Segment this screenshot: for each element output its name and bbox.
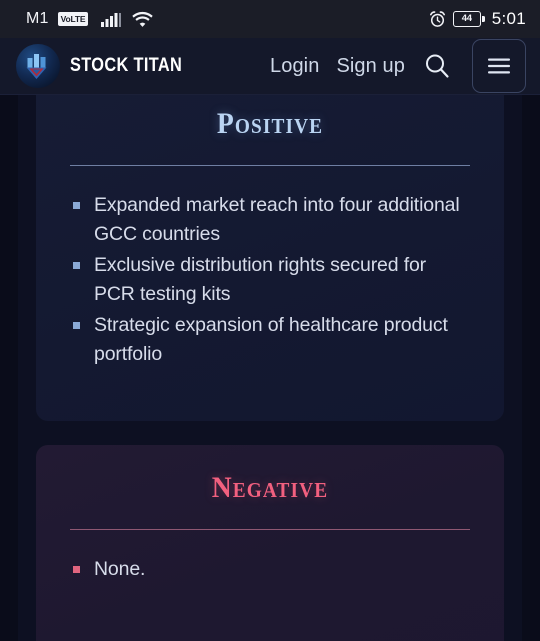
stock-titan-logo — [16, 44, 60, 88]
status-bar-right: 44 5:01 — [429, 9, 526, 29]
battery-body: 44 — [452, 11, 481, 27]
battery-cap — [482, 16, 485, 22]
sentiment-cards: Positive Expanded market reach into four… — [36, 95, 504, 641]
negative-card: Negative None. — [36, 445, 504, 641]
clock-label: 5:01 — [491, 9, 526, 28]
list-item: Strategic expansion of healthcare produc… — [70, 311, 470, 369]
search-icon-svg — [426, 54, 449, 78]
page-body: Positive Expanded market reach into four… — [0, 95, 540, 641]
wifi-icon — [132, 11, 153, 27]
negative-card-divider — [70, 529, 470, 530]
hamburger-menu-icon — [488, 58, 510, 74]
hamburger-menu-button[interactable] — [472, 39, 526, 93]
list-item: Expanded market reach into four addition… — [70, 191, 470, 249]
alarm-clock-icon — [429, 10, 446, 28]
battery-icon: 44 — [452, 11, 485, 27]
signal-bars-icon-svg — [101, 12, 122, 27]
signup-link[interactable]: Sign up — [336, 55, 405, 78]
wifi-icon-svg — [132, 11, 153, 27]
battery-level-label: 44 — [461, 13, 472, 25]
positive-card-title: Positive — [216, 107, 324, 140]
positive-bullet-list: Expanded market reach into four addition… — [70, 191, 470, 369]
header-nav: Login Sign up — [270, 39, 526, 93]
volte-badge: VoLTE — [57, 12, 89, 26]
search-icon[interactable] — [422, 51, 452, 81]
negative-card-title: Negative — [211, 471, 329, 504]
list-item: Exclusive distribution rights secured fo… — [70, 251, 470, 309]
stock-titan-logo-svg — [26, 54, 46, 79]
brand-home-link[interactable]: STOCK TITAN — [16, 44, 200, 88]
status-bar-left: M1 VoLTE — [26, 10, 153, 28]
brand-name-label: STOCK TITAN — [70, 55, 183, 76]
negative-bullet-list: None. — [70, 555, 470, 584]
site-header: STOCK TITAN Login Sign up — [0, 38, 540, 95]
positive-card: Positive Expanded market reach into four… — [36, 95, 504, 421]
alarm-clock-icon-svg — [429, 10, 445, 27]
list-item: None. — [70, 555, 470, 584]
status-bar: M1 VoLTE 44 5:01 — [0, 0, 540, 38]
positive-card-divider — [70, 165, 470, 166]
signal-bars-icon — [101, 12, 123, 27]
login-link[interactable]: Login — [270, 55, 319, 78]
phone-screen: M1 VoLTE 44 5:01 STOCK TITAN Login Sign … — [0, 0, 540, 641]
carrier-label: M1 — [26, 10, 49, 27]
